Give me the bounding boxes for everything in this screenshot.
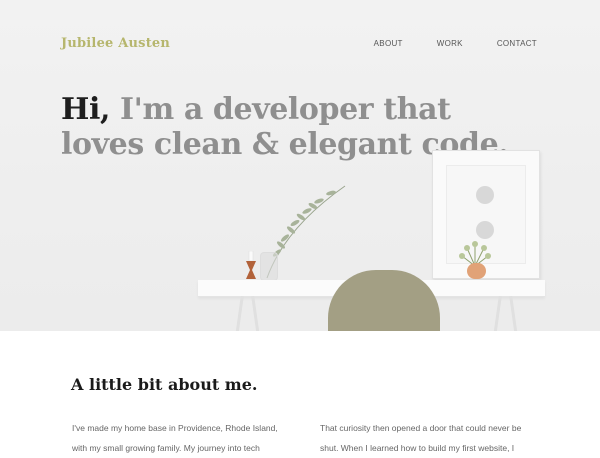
brand-logo[interactable]: Jubilee Austen [61, 36, 170, 51]
about-left-line-2: with my small growing family. My journey… [72, 443, 260, 453]
about-right-line-2: shut. When I learned how to build my fir… [320, 443, 515, 453]
frame-dot-bottom [476, 221, 494, 239]
about-left-line-1: I've made my home base in Providence, Rh… [72, 423, 278, 433]
hero-section: Jubilee Austen ABOUT WORK CONTACT Hi, I'… [0, 0, 600, 331]
desk-leg-left [235, 295, 244, 331]
nav-contact[interactable]: CONTACT [497, 39, 537, 48]
glass-vase-image [260, 252, 278, 281]
desk-leg-right [493, 295, 502, 331]
about-paragraph-left: I've made my home base in Providence, Rh… [72, 418, 282, 458]
frame-dot-top [476, 186, 494, 204]
about-title: A little bit about me. [71, 375, 258, 394]
hero-greeting: Hi, [61, 92, 110, 127]
nav-about[interactable]: ABOUT [374, 39, 403, 48]
about-paragraph-right: That curiosity then opened a door that c… [320, 418, 535, 458]
nav-work[interactable]: WORK [437, 39, 463, 48]
desk-leg-left-2 [251, 295, 260, 331]
copper-pot-image [467, 263, 486, 279]
candle-holder-image [246, 251, 256, 279]
desk-leg-right-2 [509, 295, 518, 331]
about-right-line-1: That curiosity then opened a door that c… [320, 423, 522, 433]
main-nav: ABOUT WORK CONTACT [340, 39, 537, 48]
